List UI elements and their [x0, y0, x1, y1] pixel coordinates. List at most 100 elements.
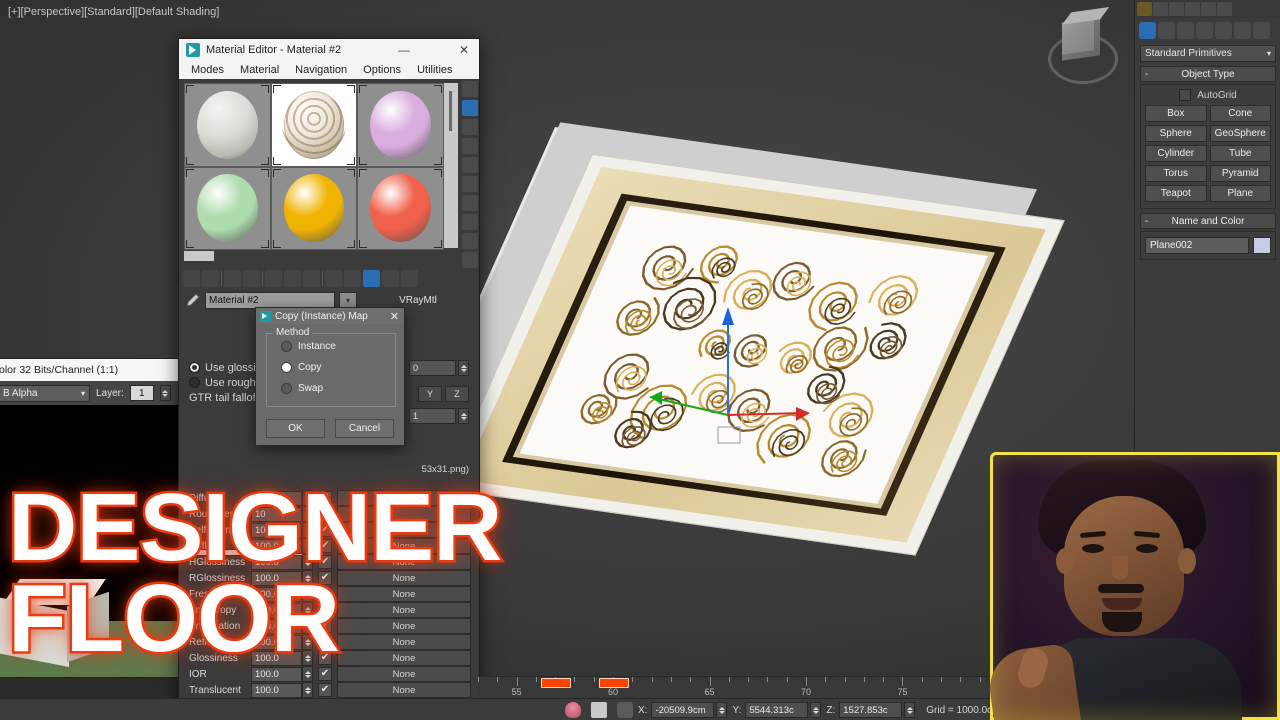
primitive-button-cone[interactable]: Cone — [1209, 105, 1271, 122]
map-row[interactable]: Roughness 10 ✔ — [187, 506, 471, 522]
map-slot-button[interactable]: None — [337, 650, 471, 666]
coordinate-y[interactable]: Y: 5544.313c — [732, 702, 822, 718]
map-row[interactable]: RGlossiness 100.0 ✔ None — [187, 570, 471, 586]
primitive-button-torus[interactable]: Torus — [1145, 165, 1207, 182]
map-enable-checkbox[interactable]: ✔ — [318, 667, 332, 681]
x-field[interactable]: -20509.9cm — [651, 702, 715, 718]
map-row[interactable]: Glossiness 100.0 ✔ None — [187, 650, 471, 666]
map-amount[interactable]: 100.0 — [251, 522, 302, 538]
backlight-icon[interactable] — [462, 100, 478, 116]
material-editor-titlebar[interactable]: Material Editor - Material #2 — ✕ — [179, 39, 479, 61]
pick-material-icon[interactable] — [382, 269, 399, 287]
map-slot-button[interactable]: None — [337, 522, 471, 538]
show-end-result-icon[interactable] — [462, 252, 478, 268]
map-enable-checkbox[interactable]: ✔ — [318, 523, 332, 537]
map-slot-button[interactable]: None — [337, 538, 471, 554]
menu-navigation[interactable]: Navigation — [295, 64, 347, 76]
map-enable-checkbox[interactable]: ✔ — [318, 571, 332, 585]
y-stepper[interactable] — [810, 702, 822, 718]
map-row[interactable]: Refract 100.0 ✔ None — [187, 634, 471, 650]
map-slot-button[interactable]: None — [337, 570, 471, 586]
scene-converter-icon[interactable] — [1169, 2, 1184, 16]
map-slot-button[interactable] — [337, 490, 471, 506]
axis-y-button[interactable]: Y — [418, 386, 442, 402]
timeline-key-marker[interactable] — [541, 678, 572, 688]
object-color-swatch[interactable] — [1253, 237, 1271, 254]
map-row[interactable]: IOR 100.0 ✔ None — [187, 666, 471, 682]
map-enable-checkbox[interactable]: ✔ — [318, 651, 332, 665]
material-slot-3[interactable] — [358, 84, 443, 166]
map-amount[interactable]: 100.0 — [251, 554, 302, 570]
map-slot-button[interactable]: None — [337, 602, 471, 618]
map-enable-checkbox[interactable]: ✔ — [318, 507, 332, 521]
map-amount[interactable]: 100.0 — [251, 618, 302, 634]
close-button[interactable]: ✕ — [449, 39, 479, 61]
map-enable-checkbox[interactable]: ✔ — [318, 539, 332, 553]
go-forward-sibling-icon[interactable] — [363, 269, 380, 287]
map-amount-stepper[interactable] — [302, 650, 313, 666]
map-amount-stepper[interactable] — [302, 618, 313, 634]
map-row[interactable]: Fresnel IOR 100.0 ✔ None — [187, 586, 471, 602]
material-sample-slots[interactable] — [184, 83, 444, 250]
image-window[interactable]: olor 32 Bits/Channel (1:1) B Alpha ▾ Lay… — [0, 358, 184, 678]
menu-modes[interactable]: Modes — [191, 64, 224, 76]
autogrid-row[interactable]: AutoGrid — [1145, 89, 1271, 101]
render-production-icon[interactable] — [1201, 2, 1216, 16]
map-slot-button[interactable] — [337, 506, 471, 522]
command-panel-top-icons[interactable] — [1135, 0, 1280, 18]
options-icon[interactable] — [462, 195, 478, 211]
map-amount[interactable]: 10 — [251, 506, 302, 522]
display-tab[interactable] — [1215, 21, 1232, 39]
material-type-label[interactable]: VRayMtl — [361, 295, 475, 306]
material-editor-toolbar[interactable] — [183, 267, 458, 289]
maps-list[interactable]: Diffuse 10 ✔ Roughness 10 ✔ Self-Illum 100.0 ✔ No… — [187, 490, 471, 713]
material-slot-1[interactable] — [185, 84, 270, 166]
show-in-viewport-icon[interactable] — [303, 269, 320, 287]
primitive-button-pyramid[interactable]: Pyramid — [1209, 165, 1271, 182]
material-editor-menubar[interactable]: Modes Material Navigation Options Utilit… — [179, 61, 479, 79]
timeline-key-marker[interactable] — [599, 678, 630, 688]
param-value-stepper[interactable] — [458, 360, 469, 376]
select-by-material-icon[interactable] — [462, 214, 478, 230]
background-checker-icon[interactable] — [462, 119, 478, 135]
primitive-button-cylinder[interactable]: Cylinder — [1145, 145, 1207, 162]
coordinate-x[interactable]: X: -20509.9cm — [638, 702, 728, 718]
image-canvas[interactable] — [0, 405, 183, 677]
material-name-field[interactable]: Material #2 — [205, 291, 335, 309]
menu-material[interactable]: Material — [240, 64, 279, 76]
modify-tab[interactable] — [1158, 21, 1175, 39]
delete-material-icon[interactable] — [243, 269, 260, 287]
primitive-buttons[interactable]: Box Cone Sphere GeoSphere Cylinder Tube Torus P… — [1145, 105, 1271, 202]
show-end-result-toolbar-icon[interactable] — [325, 269, 342, 287]
map-amount[interactable]: 100.0 — [251, 634, 302, 650]
map-slot-button[interactable]: None — [337, 682, 471, 698]
material-name-dropdown-icon[interactable]: ▾ — [339, 291, 357, 309]
map-enable-checkbox[interactable]: ✔ — [318, 635, 332, 649]
material-editor-side-toolbar[interactable] — [461, 79, 479, 268]
reset-map-icon[interactable] — [224, 269, 241, 287]
map-amount[interactable]: 100.0 — [251, 586, 302, 602]
gtr-tail-field[interactable]: 1 — [409, 408, 456, 424]
map-amount[interactable]: 10 — [251, 490, 302, 506]
map-row[interactable]: Translucent 100.0 ✔ None — [187, 682, 471, 698]
material-slot-5[interactable] — [271, 167, 357, 249]
map-enable-checkbox[interactable]: ✔ — [318, 619, 332, 633]
map-enable-checkbox[interactable]: ✔ — [318, 587, 332, 601]
primitive-button-tube[interactable]: Tube — [1209, 145, 1271, 162]
sample-uv-tiling-icon[interactable] — [462, 138, 478, 154]
map-amount-stepper[interactable] — [302, 522, 313, 538]
hierarchy-tab[interactable] — [1177, 21, 1194, 39]
menu-utilities[interactable]: Utilities — [417, 64, 452, 76]
channel-select[interactable]: B Alpha ▾ — [0, 384, 90, 402]
ok-button[interactable]: OK — [266, 419, 325, 438]
view-cube-icon[interactable] — [1046, 14, 1118, 86]
map-amount-stepper[interactable] — [302, 666, 313, 682]
sample-type-icon[interactable] — [462, 81, 478, 97]
map-row[interactable]: Self-Illum 100.0 ✔ None — [187, 522, 471, 538]
object-type-rollout-header[interactable]: - Object Type — [1140, 66, 1276, 82]
object-name-field[interactable]: Plane002 — [1145, 237, 1249, 254]
minimize-button[interactable]: — — [389, 39, 419, 61]
map-amount-stepper[interactable] — [302, 506, 313, 522]
menu-options[interactable]: Options — [363, 64, 401, 76]
name-and-color-rollout-header[interactable]: - Name and Color — [1140, 213, 1276, 229]
